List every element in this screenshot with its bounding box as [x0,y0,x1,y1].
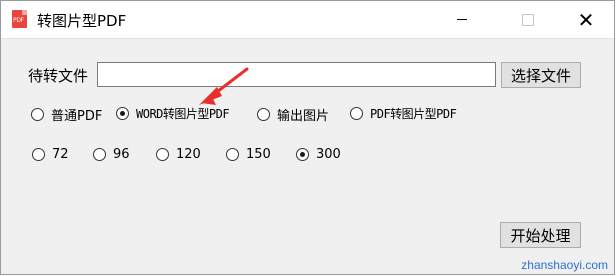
red-arrow-annotation [199,67,249,105]
app-window: PDF 转图片型PDF ✕ 待转文件 选择文件 普通PDF WORD转图片型PD… [0,0,615,275]
radio-circle-selected [116,107,129,120]
close-button[interactable]: ✕ [563,1,609,38]
file-label: 待转文件 [28,67,89,85]
maximize-button[interactable] [505,1,551,38]
mode-radio-normal-pdf[interactable]: 普通PDF [31,105,102,124]
radio-circle [31,108,44,121]
radio-circle [257,108,270,121]
dpi-label: 300 [316,147,341,162]
dpi-label: 72 [52,147,69,162]
maximize-icon [522,13,534,26]
choose-file-button[interactable]: 选择文件 [501,62,581,88]
radio-circle-selected [296,148,309,161]
radio-circle [156,148,169,161]
radio-circle [226,148,239,161]
dpi-radio-120[interactable]: 120 [156,147,201,162]
dpi-radio-96[interactable]: 96 [93,147,130,162]
window-title: 转图片型PDF [37,12,127,30]
dpi-label: 96 [113,147,130,162]
minimize-icon [457,19,467,20]
mode-radio-pdf-to-image-pdf[interactable]: PDF转图片型PDF [350,105,457,122]
minimize-button[interactable] [439,1,485,38]
title-bar[interactable]: PDF 转图片型PDF ✕ [1,1,614,39]
mode-label: 普通PDF [51,109,103,124]
radio-circle [32,148,45,161]
file-path-input[interactable] [97,62,496,87]
mode-radio-output-image[interactable]: 输出图片 [257,105,329,124]
dpi-label: 120 [176,147,201,162]
dpi-radio-150[interactable]: 150 [226,147,271,162]
radio-circle [350,107,363,120]
start-process-button[interactable]: 开始处理 [500,222,581,248]
close-icon: ✕ [577,7,595,32]
dpi-label: 150 [246,147,271,162]
watermark-text: zhanshaoyi.com [521,258,608,272]
mode-label: 输出图片 [277,109,330,124]
mode-label: PDF转图片型PDF [370,107,457,121]
pdf-icon: PDF [12,10,27,28]
dpi-radio-72[interactable]: 72 [32,147,69,162]
radio-circle [93,148,106,161]
dpi-radio-300[interactable]: 300 [296,147,341,162]
